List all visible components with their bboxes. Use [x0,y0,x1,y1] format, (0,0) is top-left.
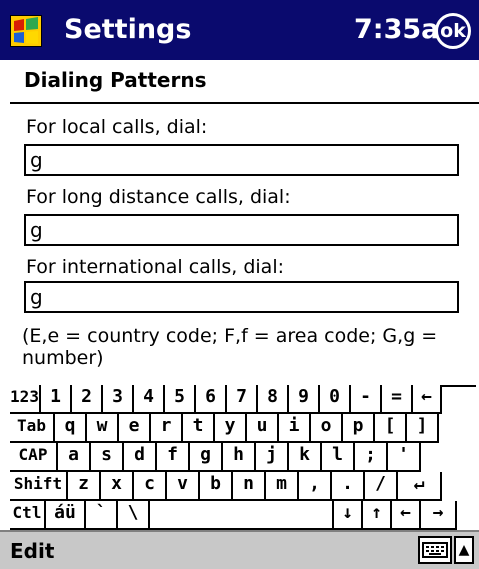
key-r3-3[interactable]: c [134,472,167,501]
key-r0-11[interactable]: - [351,385,382,414]
key-r0-2[interactable]: 2 [72,385,103,414]
key-r2-7[interactable]: j [256,443,289,472]
start-menu-icon[interactable] [9,14,43,48]
key-r3-10[interactable]: / [365,472,398,501]
local-calls-field[interactable]: g [24,144,459,176]
format-help-text: (E,e = country code; F,f = area code; G,… [22,325,438,369]
key-r3-2[interactable]: x [101,472,134,501]
key-r4-8[interactable]: → [421,501,457,530]
key-r1-4[interactable]: r [151,414,183,443]
keyboard-icon [422,542,448,558]
key-r0-13[interactable]: ← [413,385,442,414]
key-r4-7[interactable]: ← [392,501,421,530]
key-r2-10[interactable]: ; [355,443,388,472]
key-r1-11[interactable]: [ [375,414,407,443]
key-r1-6[interactable]: y [215,414,247,443]
international-field[interactable]: g [24,281,459,313]
key-r1-3[interactable]: e [119,414,151,443]
key-r3-7[interactable]: m [266,472,299,501]
long-distance-field[interactable]: g [24,214,459,246]
ok-button[interactable]: ok [435,13,471,49]
key-r0-3[interactable]: 3 [103,385,134,414]
input-panel-button[interactable] [418,536,452,564]
key-r3-5[interactable]: b [200,472,233,501]
key-r4-2[interactable]: ` [86,501,118,530]
key-r2-11[interactable]: ' [388,443,421,472]
key-r1-5[interactable]: t [183,414,215,443]
input-method-arrow[interactable]: ▲ [454,536,474,564]
windows-flag-icon [9,14,43,48]
window-title: Settings [64,14,192,45]
key-r0-1[interactable]: 1 [41,385,72,414]
title-bar: Settings 7:35a ok [0,0,479,60]
page-title: Dialing Patterns [24,68,207,92]
key-r1-8[interactable]: i [279,414,311,443]
key-r4-3[interactable]: \ [118,501,150,530]
key-r2-8[interactable]: k [289,443,322,472]
key-r1-9[interactable]: o [311,414,343,443]
key-r2-9[interactable]: l [322,443,355,472]
key-r3-4[interactable]: v [167,472,200,501]
long-distance-label: For long distance calls, dial: [26,186,291,208]
key-r0-5[interactable]: 5 [165,385,196,414]
key-r2-0[interactable]: CAP [10,443,58,472]
key-r0-7[interactable]: 7 [227,385,258,414]
key-r1-10[interactable]: p [343,414,375,443]
key-r0-8[interactable]: 8 [258,385,289,414]
key-r1-0[interactable]: Tab [10,414,55,443]
key-r3-8[interactable]: , [299,472,332,501]
local-calls-label: For local calls, dial: [26,116,208,138]
key-r4-6[interactable]: ↑ [363,501,392,530]
key-r0-4[interactable]: 4 [134,385,165,414]
key-r3-9[interactable]: . [332,472,365,501]
key-r2-3[interactable]: d [124,443,157,472]
key-r0-12[interactable]: = [382,385,413,414]
edit-menu[interactable]: Edit [10,539,54,563]
key-r3-0[interactable]: Shift [10,472,68,501]
key-r2-4[interactable]: f [157,443,190,472]
key-r4-0[interactable]: Ctl [10,501,46,530]
key-r2-1[interactable]: a [58,443,91,472]
menu-bar: Edit ▲ [0,530,479,569]
key-r4-5[interactable]: ↓ [334,501,363,530]
key-space[interactable] [150,501,334,530]
key-r2-2[interactable]: s [91,443,124,472]
key-r1-12[interactable]: ] [407,414,439,443]
key-r4-1[interactable]: áü [46,501,86,530]
key-r2-6[interactable]: h [223,443,256,472]
key-r3-6[interactable]: n [233,472,266,501]
key-r0-6[interactable]: 6 [196,385,227,414]
key-r3-11[interactable]: ↵ [398,472,442,501]
international-label: For international calls, dial: [26,256,284,278]
key-r0-0[interactable]: 123 [10,385,41,414]
key-r2-5[interactable]: g [190,443,223,472]
divider [10,102,479,104]
key-r1-7[interactable]: u [247,414,279,443]
key-r1-2[interactable]: w [87,414,119,443]
key-r0-9[interactable]: 9 [289,385,320,414]
key-r0-10[interactable]: 0 [320,385,351,414]
key-r1-1[interactable]: q [55,414,87,443]
clock[interactable]: 7:35a [354,14,439,45]
key-r3-1[interactable]: z [68,472,101,501]
